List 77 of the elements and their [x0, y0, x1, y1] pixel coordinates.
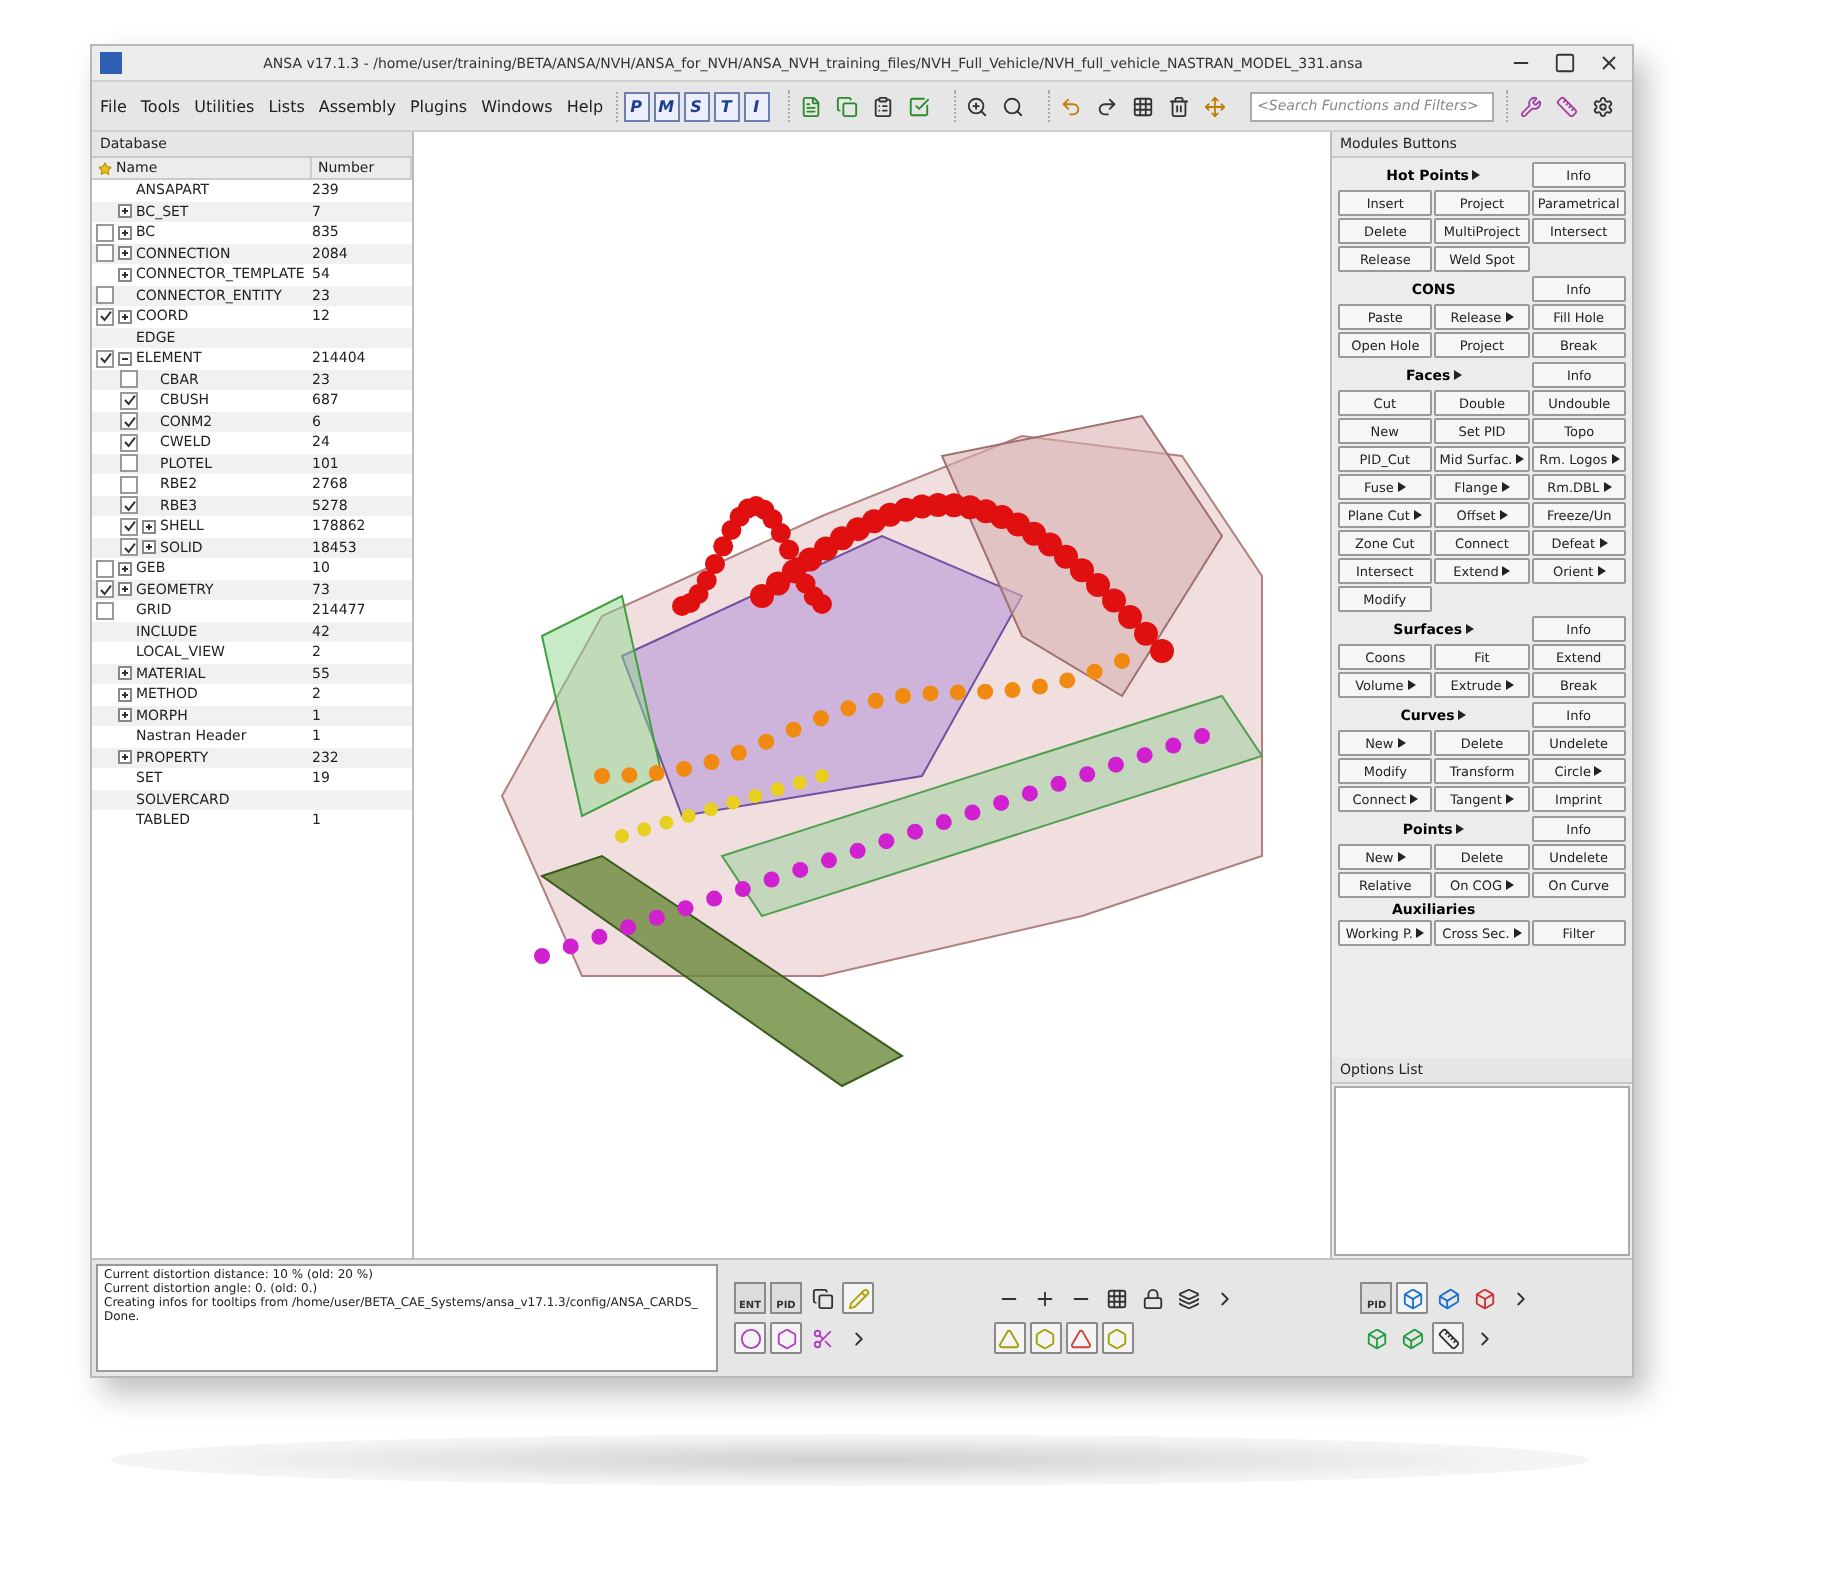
collapse-icon[interactable]: [118, 351, 132, 366]
app-logo-icon: [100, 52, 122, 74]
expand-icon[interactable]: [118, 267, 132, 282]
menu-arrow-icon: [1501, 482, 1510, 492]
checkbox[interactable]: [96, 244, 114, 263]
menu-item[interactable]: Plugins: [409, 97, 468, 115]
checkbox[interactable]: [96, 286, 114, 305]
view-mode-button[interactable]: M: [653, 91, 680, 121]
menu-item[interactable]: Utilities: [194, 97, 255, 115]
triangle-icon[interactable]: [1065, 1322, 1098, 1354]
menu-arrow-icon: [1603, 482, 1612, 492]
expand-icon[interactable]: [118, 708, 132, 723]
menu-arrow-icon: [1597, 566, 1606, 576]
menu-arrow-icon: [1416, 928, 1425, 938]
checkbox[interactable]: [120, 412, 138, 431]
menu-arrow-icon: [1413, 510, 1422, 520]
menu-arrow-icon: [1472, 170, 1481, 180]
checkbox[interactable]: [120, 391, 138, 410]
view-mode-button[interactable]: I: [743, 91, 770, 121]
checkbox[interactable]: [96, 349, 114, 368]
expand-icon[interactable]: [142, 519, 156, 534]
star-icon: [98, 161, 112, 175]
ruler-icon[interactable]: [1432, 1322, 1465, 1354]
menu-item[interactable]: Tools: [140, 97, 181, 115]
menu-arrow-icon: [1502, 566, 1511, 576]
view-mode-button[interactable]: P: [623, 91, 650, 121]
checkbox[interactable]: [120, 370, 138, 389]
expand-icon[interactable]: [118, 582, 132, 597]
view-mode-button[interactable]: T: [713, 91, 740, 121]
checkbox[interactable]: [120, 454, 138, 473]
menu-arrow-icon: [1505, 312, 1514, 322]
menu-item[interactable]: Lists: [268, 97, 305, 115]
menu-arrow-icon: [1516, 454, 1525, 464]
checkbox[interactable]: [96, 223, 114, 242]
checkbox[interactable]: [120, 496, 138, 515]
menu-arrow-icon: [1454, 370, 1463, 380]
menu-arrow-icon: [1505, 794, 1514, 804]
expand-icon[interactable]: [118, 309, 132, 324]
menu-item[interactable]: Assembly: [318, 97, 396, 115]
menu-arrow-icon: [1410, 794, 1419, 804]
checkbox[interactable]: [120, 433, 138, 452]
menu-arrow-icon: [1513, 928, 1522, 938]
checkbox[interactable]: [96, 307, 114, 326]
view-mode-button[interactable]: S: [683, 91, 710, 121]
circle-icon[interactable]: [734, 1322, 766, 1354]
menu-item[interactable]: Windows: [481, 97, 553, 115]
menu-arrow-icon: [1505, 680, 1514, 690]
expand-icon[interactable]: [118, 204, 132, 219]
expand-icon[interactable]: [118, 687, 132, 702]
menu-arrow-icon: [1456, 824, 1465, 834]
hexagon-icon[interactable]: [770, 1322, 802, 1354]
checkbox[interactable]: [120, 538, 138, 557]
menu-arrow-icon: [1599, 538, 1608, 548]
menu-arrow-icon: [1397, 738, 1406, 748]
menu-arrow-icon: [1397, 852, 1406, 862]
checkbox[interactable]: [120, 517, 138, 536]
checkbox[interactable]: [96, 580, 114, 599]
expand-icon[interactable]: [118, 666, 132, 681]
menu-arrow-icon: [1594, 766, 1603, 776]
checkbox[interactable]: [96, 601, 114, 620]
menu-item[interactable]: File: [100, 97, 127, 115]
menu-arrow-icon: [1458, 710, 1467, 720]
menu-arrow-icon: [1397, 482, 1406, 492]
expand-icon[interactable]: [118, 561, 132, 576]
menu-arrow-icon: [1499, 510, 1508, 520]
menu-arrow-icon: [1505, 880, 1514, 890]
expand-icon[interactable]: [118, 750, 132, 765]
expand-icon[interactable]: [118, 246, 132, 261]
menu-arrow-icon: [1611, 454, 1620, 464]
expand-icon[interactable]: [118, 225, 132, 240]
menu-arrow-icon: [1407, 680, 1416, 690]
checkbox[interactable]: [96, 559, 114, 578]
cube-icon[interactable]: [1396, 1282, 1429, 1314]
checkbox[interactable]: [120, 475, 138, 494]
menu-item[interactable]: Help: [566, 97, 604, 115]
menu-arrow-icon: [1465, 624, 1474, 634]
expand-icon[interactable]: [142, 540, 156, 555]
